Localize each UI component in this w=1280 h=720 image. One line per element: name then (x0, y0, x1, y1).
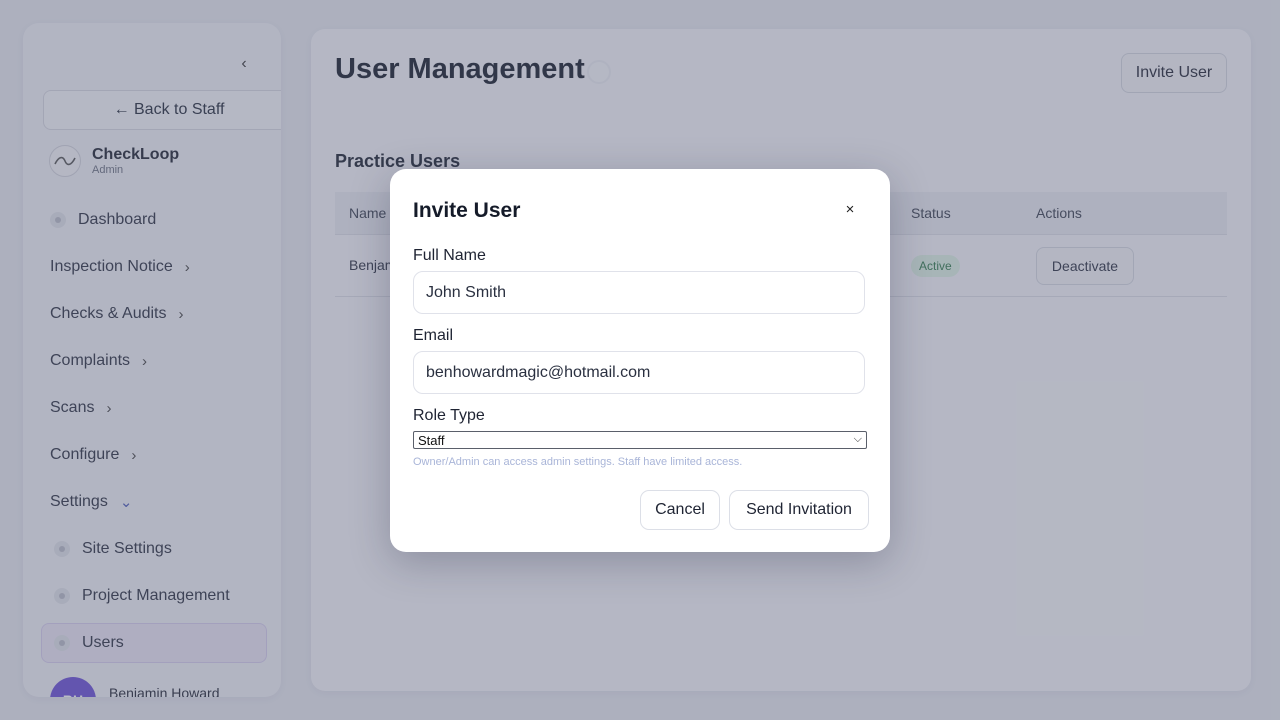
dialog-title: Invite User (413, 199, 521, 222)
email-input[interactable]: benhowardmagic@hotmail.com (413, 351, 865, 394)
role-type-hint: Owner/Admin can access admin settings. S… (413, 456, 743, 468)
chevron-down-icon: ⌵ (853, 433, 862, 445)
role-type-label: Role Type (413, 407, 485, 424)
close-icon[interactable]: × (841, 200, 859, 218)
invite-user-dialog: Invite User × Full Name John Smith Email… (390, 169, 890, 552)
role-type-selected: Staff (418, 432, 445, 448)
cancel-button[interactable]: Cancel (640, 490, 720, 530)
email-label: Email (413, 327, 454, 344)
full-name-input[interactable]: John Smith (413, 271, 865, 314)
send-invitation-button[interactable]: Send Invitation (729, 490, 869, 530)
full-name-label: Full Name (413, 247, 486, 264)
role-type-select[interactable]: Staff ⌵ (413, 431, 867, 449)
